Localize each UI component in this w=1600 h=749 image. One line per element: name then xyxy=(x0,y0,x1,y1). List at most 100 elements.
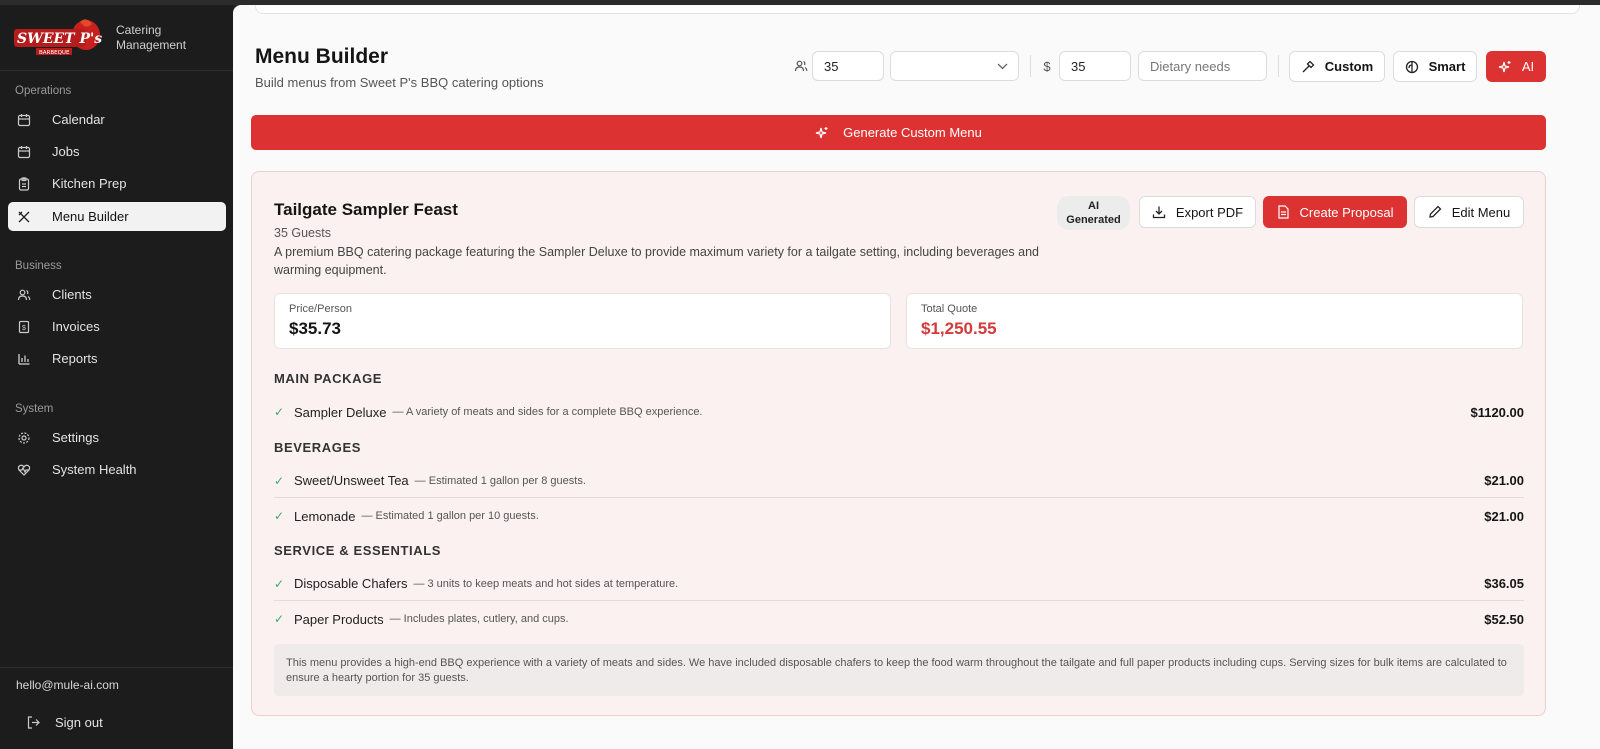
generate-custom-menu-button[interactable]: Generate Custom Menu xyxy=(251,115,1546,150)
ai-mode-button[interactable]: AI xyxy=(1486,51,1546,82)
users-icon xyxy=(16,287,32,303)
total-quote-label: Total Quote xyxy=(921,303,978,315)
pencil-icon xyxy=(1428,205,1442,219)
sidebar-item-calendar[interactable]: Calendar xyxy=(8,105,226,134)
sidebar-item-settings[interactable]: Settings xyxy=(8,423,226,452)
sign-out-button[interactable]: Sign out xyxy=(16,708,216,736)
menu-title: Tailgate Sampler Feast xyxy=(274,200,458,219)
menu-line-item: ✓ Disposable Chafers — 3 units to keep m… xyxy=(274,567,1524,601)
sidebar-footer: hello@mule-ai.com Sign out xyxy=(0,667,233,749)
menu-description: A premium BBQ catering package featuring… xyxy=(274,245,1039,277)
sidebar-item-jobs[interactable]: Jobs xyxy=(8,137,226,166)
sidebar-item-menu-builder[interactable]: Menu Builder xyxy=(8,202,226,231)
sidebar-item-system-health[interactable]: System Health xyxy=(8,455,226,484)
item-price: $36.05 xyxy=(1484,576,1524,591)
sparkles-icon xyxy=(815,126,829,140)
menu-line-item: ✓ Sweet/Unsweet Tea — Estimated 1 gallon… xyxy=(274,464,1524,498)
guest-count-input[interactable]: 35 xyxy=(812,51,884,81)
page-subtitle: Build menus from Sweet P's BBQ catering … xyxy=(255,75,544,90)
sidebar-item-label: Menu Builder xyxy=(52,209,129,224)
sidebar-item-label: Invoices xyxy=(52,319,100,334)
brain-icon xyxy=(1405,60,1419,74)
main-content: Menu Builder Build menus from Sweet P's … xyxy=(233,5,1600,749)
sidebar-item-invoices[interactable]: $ Invoices xyxy=(8,312,226,341)
sidebar-item-label: Settings xyxy=(52,430,99,445)
total-quote-card: Total Quote $1,250.55 xyxy=(906,293,1523,349)
bar-chart-icon xyxy=(16,351,32,367)
control-separator xyxy=(1030,55,1031,77)
top-card-edge xyxy=(255,5,1580,14)
item-note: — 3 units to keep meats and hot sides at… xyxy=(413,577,679,590)
ai-mode-label: AI xyxy=(1521,59,1535,74)
item-price: $52.50 xyxy=(1484,611,1524,627)
create-proposal-button[interactable]: Create Proposal xyxy=(1263,196,1407,228)
price-per-person-value: $35.73 xyxy=(289,319,341,338)
chevron-down-icon xyxy=(997,63,1008,70)
event-type-select[interactable] xyxy=(890,51,1019,81)
heart-pulse-icon xyxy=(16,462,32,478)
sidebar-item-kitchen-prep[interactable]: Kitchen Prep xyxy=(8,169,226,198)
custom-mode-label: Custom xyxy=(1324,59,1374,74)
item-price: $21.00 xyxy=(1484,473,1524,488)
custom-mode-button[interactable]: Custom xyxy=(1289,51,1385,82)
sidebar-item-clients[interactable]: Clients xyxy=(8,280,226,309)
edit-menu-button[interactable]: Edit Menu xyxy=(1414,196,1524,228)
generate-label: Generate Custom Menu xyxy=(843,125,982,140)
section-heading-beverages: BEVERAGES xyxy=(274,440,362,455)
control-separator xyxy=(1278,55,1279,77)
app-name: Catering Management xyxy=(116,22,187,52)
menu-guest-count: 35 Guests xyxy=(274,226,331,240)
check-icon: ✓ xyxy=(274,576,285,591)
document-icon xyxy=(1277,205,1290,219)
sidebar-item-label: Calendar xyxy=(52,112,105,127)
section-heading-main-package: MAIN PACKAGE xyxy=(274,371,383,386)
budget-input[interactable]: 35 xyxy=(1059,51,1131,81)
create-proposal-label: Create Proposal xyxy=(1299,204,1394,220)
sweet-ps-logo[interactable]: SWEET P's BARBEQUE xyxy=(14,18,104,58)
gear-icon xyxy=(16,430,32,446)
brand-header: SWEET P's BARBEQUE Catering Management xyxy=(0,5,233,71)
check-icon: ✓ xyxy=(274,473,285,488)
sidebar: SWEET P's BARBEQUE Catering Management O… xyxy=(0,5,233,749)
user-email: hello@mule-ai.com xyxy=(16,678,119,692)
item-name: Lemonade xyxy=(294,508,356,524)
menu-line-item: ✓ Lemonade — Estimated 1 gallon per 10 g… xyxy=(274,499,1524,533)
clipboard-icon xyxy=(16,176,32,192)
item-note: — Estimated 1 gallon per 10 guests. xyxy=(361,510,539,522)
utensils-icon xyxy=(16,209,32,225)
check-icon: ✓ xyxy=(274,509,285,523)
export-pdf-button[interactable]: Export PDF xyxy=(1139,196,1256,228)
edit-menu-label: Edit Menu xyxy=(1451,204,1511,220)
smart-mode-label: Smart xyxy=(1428,59,1466,74)
menu-line-item: ✓ Paper Products — Includes plates, cutl… xyxy=(274,602,1524,636)
section-heading-service-essentials: SERVICE & ESSENTIALS xyxy=(274,543,442,558)
sign-out-icon xyxy=(26,715,41,730)
item-note: — A variety of meats and sides for a com… xyxy=(392,406,703,418)
receipt-icon: $ xyxy=(16,319,32,335)
svg-text:BARBEQUE: BARBEQUE xyxy=(39,50,70,56)
dietary-needs-input[interactable]: Dietary needs xyxy=(1138,51,1267,81)
sidebar-item-label: System Health xyxy=(52,462,137,477)
sidebar-item-label: Kitchen Prep xyxy=(52,176,127,191)
item-name: Sweet/Unsweet Tea xyxy=(294,473,409,488)
item-price: $21.00 xyxy=(1484,508,1524,524)
menu-line-item: ✓ Sampler Deluxe — A variety of meats an… xyxy=(274,395,1524,429)
smart-mode-button[interactable]: Smart xyxy=(1393,51,1477,82)
sparkles-icon xyxy=(1498,60,1512,74)
export-pdf-label: Export PDF xyxy=(1175,204,1244,220)
hammer-icon xyxy=(1301,60,1315,74)
section-label-business: Business xyxy=(15,260,62,272)
download-icon xyxy=(1152,205,1166,219)
ai-generated-badge: AI Generated xyxy=(1057,196,1130,230)
sidebar-item-reports[interactable]: Reports xyxy=(8,344,226,373)
item-name: Sampler Deluxe xyxy=(294,404,387,420)
generated-menu-card: Tailgate Sampler Feast 35 Guests A premi… xyxy=(251,171,1546,716)
sidebar-item-label: Jobs xyxy=(52,144,80,159)
section-label-system: System xyxy=(15,403,54,415)
svg-text:$: $ xyxy=(22,325,26,332)
calendar-icon xyxy=(16,144,32,160)
sidebar-item-label: Reports xyxy=(52,351,98,366)
check-icon: ✓ xyxy=(274,405,285,419)
sign-out-label: Sign out xyxy=(55,714,103,730)
price-per-person-card: Price/Person $35.73 xyxy=(274,293,891,349)
